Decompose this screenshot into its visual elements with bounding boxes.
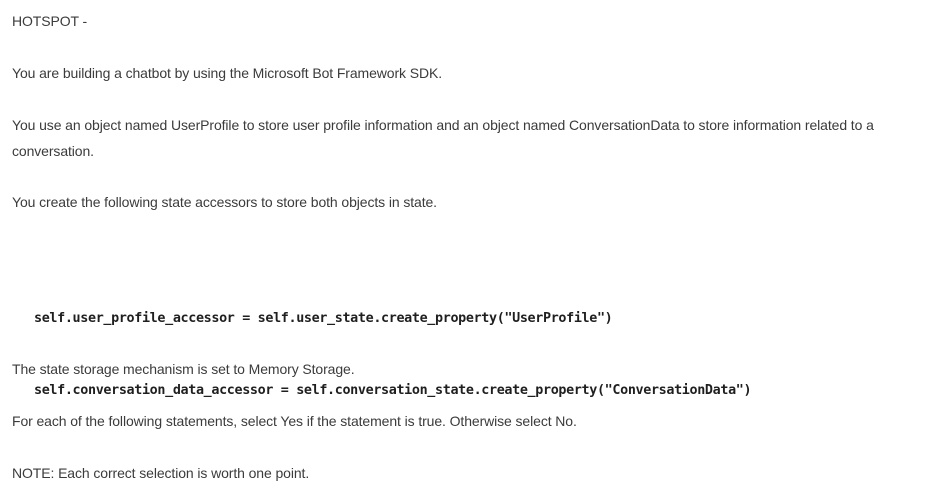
hotspot-heading: HOTSPOT - [12,13,88,29]
intro-paragraph: You are building a chatbot by using the … [12,65,443,81]
note-paragraph: NOTE: Each correct selection is worth on… [12,465,310,481]
objects-paragraph: You use an object named UserProfile to s… [12,117,874,159]
instructions-paragraph: For each of the following statements, se… [12,413,577,429]
storage-paragraph: The state storage mechanism is set to Me… [12,361,355,377]
code-line-conversation-data-accessor: self.conversation_data_accessor = self.c… [34,383,752,398]
code-line-user-profile-accessor: self.user_profile_accessor = self.user_s… [34,311,613,326]
accessors-paragraph: You create the following state accessors… [12,194,437,210]
